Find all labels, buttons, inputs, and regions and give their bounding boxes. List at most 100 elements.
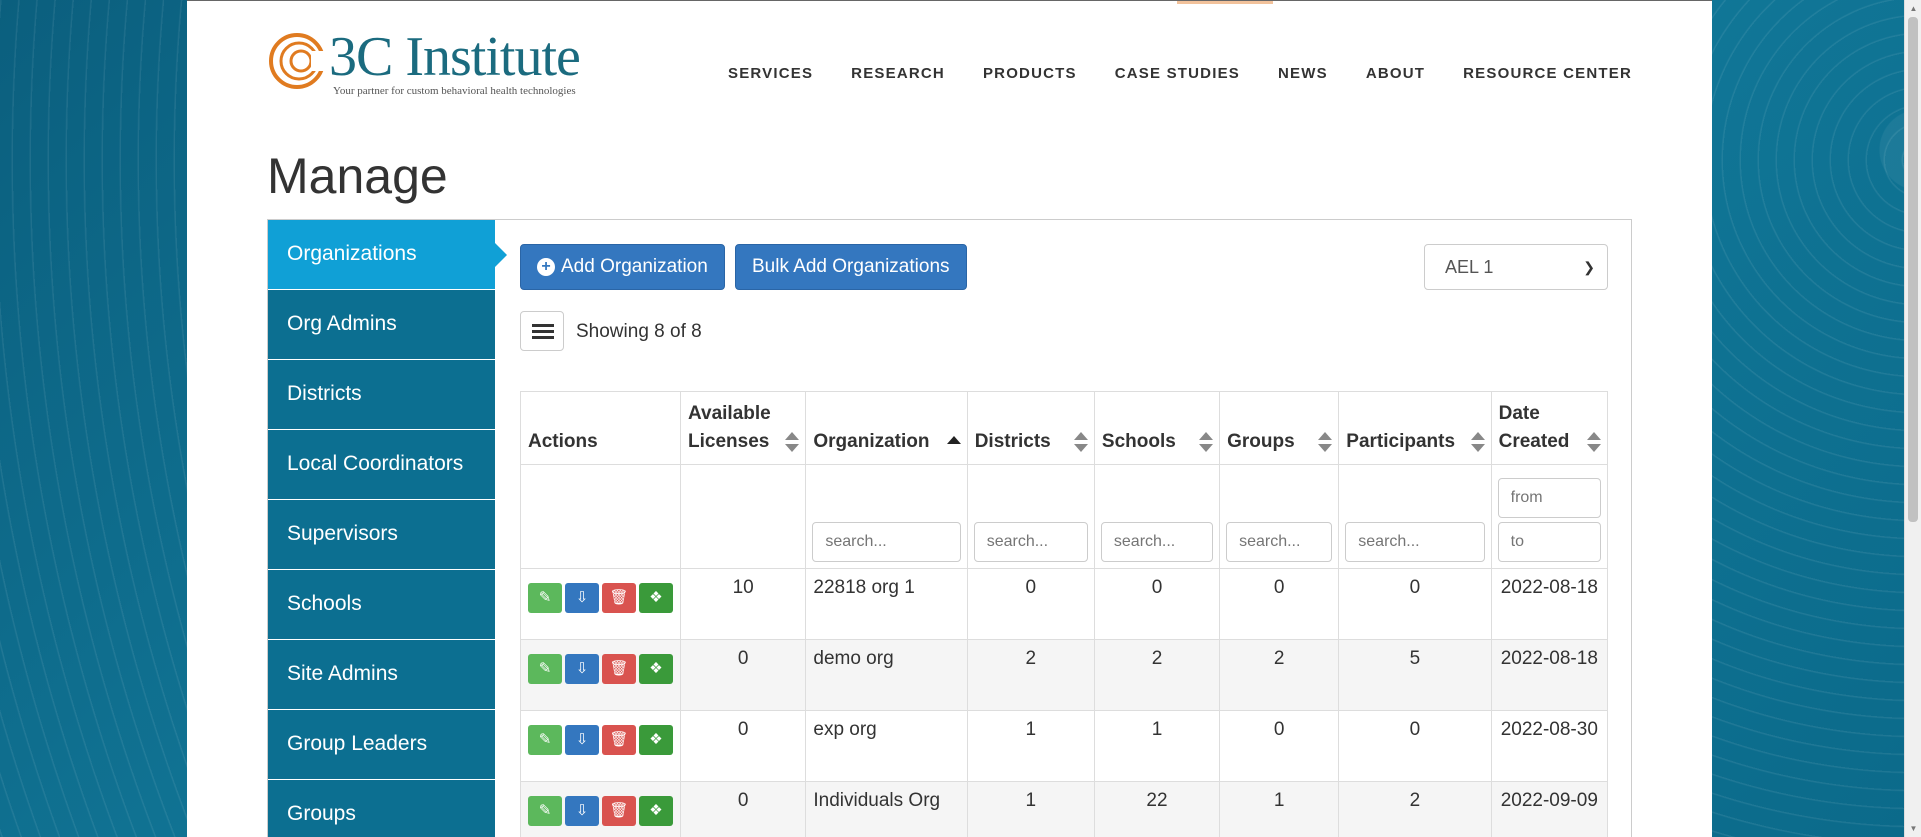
main-nav: SERVICES RESEARCH PRODUCTS CASE STUDIES … [728,65,1632,82]
page-scrollbar[interactable]: ▲ ▼ [1904,0,1921,837]
main-page: 3C Institute Your partner for custom beh… [187,0,1712,837]
sidebar-item-supervisors[interactable]: Supervisors [268,500,495,570]
cell-groups: 1 [1219,781,1340,837]
header-districts[interactable]: Districts [966,391,1095,465]
organizations-table: Actions Available Licenses Organization … [520,391,1609,837]
header-licenses[interactable]: Available Licenses [679,391,807,465]
participants-search-input[interactable] [1345,522,1485,562]
puzzle-icon[interactable]: ❖ [639,725,673,755]
header-schools[interactable]: Schools [1093,391,1221,465]
cell-licenses: 10 [679,568,807,640]
logo-swirl-icon [267,31,327,91]
table-row: ✎ ⇩ 🗑 ❖ 0 demo org 2 2 2 5 2022-08-18 [520,639,1609,711]
showing-count: Showing 8 of 8 [576,321,702,342]
pencil-icon[interactable]: ✎ [528,654,562,684]
nav-news[interactable]: NEWS [1278,65,1328,82]
nav-case-studies[interactable]: CASE STUDIES [1115,65,1240,82]
trash-icon[interactable]: 🗑 [602,796,636,826]
cell-organization: 22818 org 1 [805,568,968,640]
nav-resource-center[interactable]: RESOURCE CENTER [1463,65,1632,82]
cell-districts: 0 [966,568,1095,640]
header-groups[interactable]: Groups [1219,391,1340,465]
cell-organization: Individuals Org [805,781,968,837]
cell-districts: 2 [966,639,1095,711]
cell-schools: 0 [1093,568,1221,640]
bulk-add-organizations-button[interactable]: Bulk Add Organizations [735,244,967,290]
column-toggle-button[interactable] [520,311,564,351]
scrollbar-thumb[interactable] [1908,17,1918,522]
cell-schools: 22 [1093,781,1221,837]
download-box-icon[interactable]: ⇩ [565,796,599,826]
cell-organization: exp org [805,710,968,782]
schools-search-input[interactable] [1100,522,1214,562]
puzzle-icon[interactable]: ❖ [639,583,673,613]
date-to-input[interactable] [1497,522,1601,562]
organization-search-input[interactable] [812,522,961,562]
cell-districts: 1 [966,710,1095,782]
cell-schools: 2 [1093,639,1221,711]
pencil-icon[interactable]: ✎ [528,796,562,826]
hamburger-icon [532,324,554,327]
manage-panel: Organizations Org Admins Districts Local… [267,219,1632,837]
chevron-down-icon: ❯ [1583,259,1595,275]
sort-icon [1470,432,1485,452]
cell-organization: demo org [805,639,968,711]
sidebar-item-schools[interactable]: Schools [268,570,495,640]
sort-icon [1587,432,1601,452]
cell-participants: 0 [1338,568,1492,640]
cell-date: 2022-08-30 [1490,710,1609,782]
header-organization[interactable]: Organization [805,391,968,465]
pencil-icon[interactable]: ✎ [528,583,562,613]
sidebar-item-site-admins[interactable]: Site Admins [268,640,495,710]
add-organization-label: Add Organization [561,256,708,277]
organization-filter-select[interactable]: AEL 1 ❯ [1424,244,1608,290]
cell-date: 2022-08-18 [1490,568,1609,640]
cell-participants: 0 [1338,710,1492,782]
logo[interactable]: 3C Institute Your partner for custom beh… [267,26,581,97]
select-value: AEL 1 [1445,257,1494,277]
cell-licenses: 0 [679,781,807,837]
sort-asc-icon [946,436,961,446]
trash-icon[interactable]: 🗑 [602,725,636,755]
logo-tagline: Your partner for custom behavioral healt… [333,85,576,97]
sort-icon [1199,432,1214,452]
sidebar-item-org-admins[interactable]: Org Admins [268,290,495,360]
sidebar-item-local-coordinators[interactable]: Local Coordinators [268,430,495,500]
nav-about[interactable]: ABOUT [1366,65,1425,82]
sidebar-item-districts[interactable]: Districts [268,360,495,430]
puzzle-icon[interactable]: ❖ [639,654,673,684]
sidebar-item-group-leaders[interactable]: Group Leaders [268,710,495,780]
pencil-icon[interactable]: ✎ [528,725,562,755]
header-participants[interactable]: Participants [1338,391,1492,465]
table-row: ✎ ⇩ 🗑 ❖ 0 exp org 1 1 0 0 2022-08-30 [520,710,1609,782]
logo-title: 3C Institute [329,26,581,88]
puzzle-icon[interactable]: ❖ [639,796,673,826]
cell-licenses: 0 [679,710,807,782]
scroll-up-icon[interactable]: ▲ [1905,0,1921,17]
download-box-icon[interactable]: ⇩ [565,725,599,755]
cell-date: 2022-08-18 [1490,639,1609,711]
table-row: ✎ ⇩ 🗑 ❖ 0 Individuals Org 1 22 1 2 2022-… [520,781,1609,837]
groups-search-input[interactable] [1226,522,1333,562]
plus-circle-icon: + [537,258,555,276]
add-organization-button[interactable]: + Add Organization [520,244,725,290]
districts-search-input[interactable] [973,522,1088,562]
scroll-down-icon[interactable]: ▼ [1905,820,1921,837]
nav-products[interactable]: PRODUCTS [983,65,1077,82]
header-date-created[interactable]: Date Created [1490,391,1609,465]
cell-participants: 5 [1338,639,1492,711]
download-box-icon[interactable]: ⇩ [565,583,599,613]
trash-icon[interactable]: 🗑 [602,654,636,684]
cell-date: 2022-09-09 [1490,781,1609,837]
trash-icon[interactable]: 🗑 [602,583,636,613]
date-from-input[interactable] [1497,478,1601,518]
nav-services[interactable]: SERVICES [728,65,813,82]
sidebar-item-organizations[interactable]: Organizations [268,220,507,290]
sidebar-item-groups[interactable]: Groups [268,780,495,837]
cell-schools: 1 [1093,710,1221,782]
sort-icon [1073,432,1088,452]
nav-research[interactable]: RESEARCH [851,65,945,82]
cell-groups: 0 [1219,710,1340,782]
cell-districts: 1 [966,781,1095,837]
download-box-icon[interactable]: ⇩ [565,654,599,684]
